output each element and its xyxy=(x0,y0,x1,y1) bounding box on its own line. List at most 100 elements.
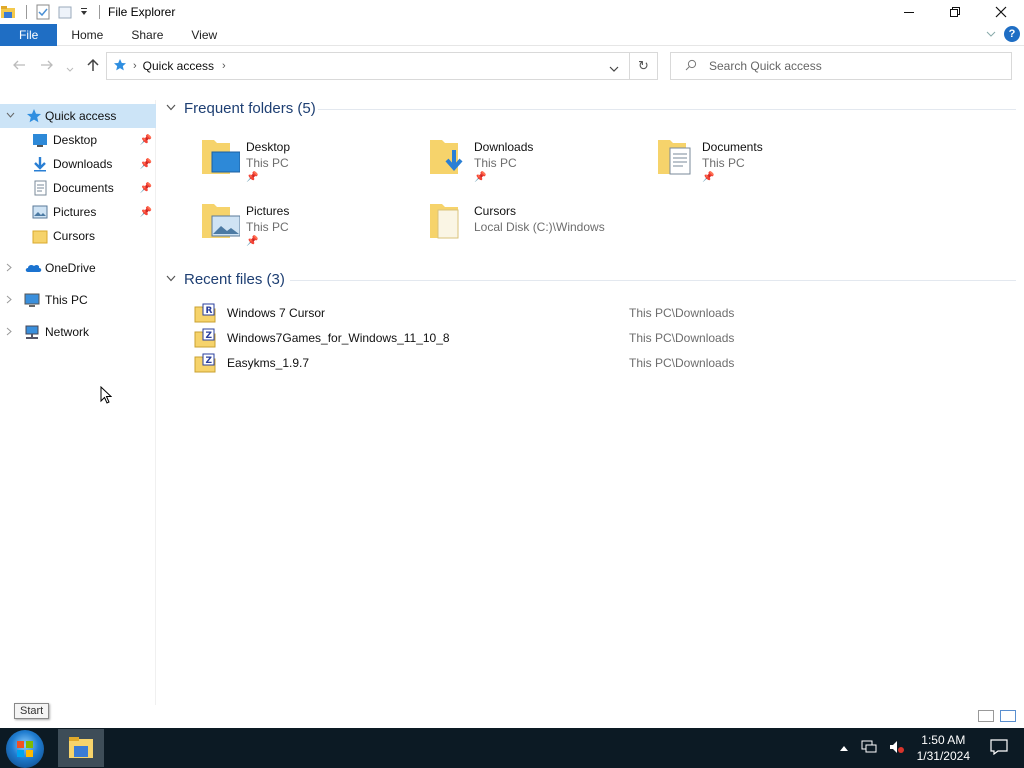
desktop-folder-icon xyxy=(200,136,241,176)
folder-tile-pictures[interactable]: Pictures This PC 📌 xyxy=(200,200,410,256)
sidebar-item-this-pc[interactable]: This PC xyxy=(0,288,156,312)
taskbar-file-explorer[interactable] xyxy=(58,729,104,767)
sidebar-item-documents[interactable]: Documents 📌 xyxy=(0,176,156,200)
forward-arrow-icon[interactable] xyxy=(40,58,54,74)
list-item[interactable]: Z Windows7Games_for_Windows_11_10_8 This… xyxy=(192,326,1012,350)
file-path: This PC\Downloads xyxy=(629,331,735,345)
sidebar-item-label: Quick access xyxy=(45,109,117,123)
pictures-folder-icon xyxy=(200,200,241,240)
sidebar-item-quick-access[interactable]: Quick access xyxy=(0,104,156,128)
onedrive-cloud-icon xyxy=(24,261,42,277)
address-dropdown-icon[interactable] xyxy=(609,62,619,76)
tab-home[interactable]: Home xyxy=(57,24,117,46)
tab-share[interactable]: Share xyxy=(117,24,177,46)
sidebar-item-label: Pictures xyxy=(53,205,97,219)
refresh-icon: ↻ xyxy=(638,58,649,73)
tile-location: This PC xyxy=(702,156,745,170)
close-button[interactable] xyxy=(978,0,1024,24)
group-title: Recent files (3) xyxy=(184,271,285,288)
file-badge: Z xyxy=(206,331,213,341)
network-tray-icon[interactable] xyxy=(861,740,877,757)
sidebar-item-network[interactable]: Network xyxy=(0,320,156,344)
back-arrow-icon[interactable] xyxy=(12,58,26,74)
show-hidden-icons-icon[interactable] xyxy=(839,741,849,755)
pin-icon: 📌 xyxy=(139,158,152,170)
address-bar[interactable]: › Quick access › xyxy=(106,52,630,80)
breadcrumb-separator-icon[interactable]: › xyxy=(222,60,226,72)
large-icons-view-icon[interactable] xyxy=(1000,710,1016,722)
breadcrumb-quick-access[interactable]: Quick access xyxy=(143,59,214,73)
folder-tile-cursors[interactable]: Cursors Local Disk (C:)\Windows xyxy=(428,200,688,256)
properties-icon[interactable] xyxy=(35,4,51,20)
start-button[interactable] xyxy=(6,730,44,768)
windows-logo-icon xyxy=(17,741,33,757)
pictures-icon xyxy=(32,204,48,220)
tab-file[interactable]: File xyxy=(0,23,58,46)
sidebar-item-label: Cursors xyxy=(53,229,96,243)
rar-archive-icon: R xyxy=(194,303,216,323)
frequent-folders-header[interactable]: Frequent folders (5) xyxy=(166,100,316,117)
breadcrumb-separator-icon[interactable]: › xyxy=(133,60,137,72)
pin-icon: 📌 xyxy=(702,172,715,183)
collapse-chevron-icon[interactable] xyxy=(166,274,176,285)
restore-button[interactable] xyxy=(932,0,978,24)
customize-qat-icon[interactable] xyxy=(79,4,89,20)
separator xyxy=(99,5,100,19)
computer-icon xyxy=(24,292,40,308)
quick-access-star-icon xyxy=(26,108,42,124)
pin-icon: 📌 xyxy=(139,182,152,194)
folder-icon xyxy=(428,200,468,240)
sidebar-item-cursors[interactable]: Cursors xyxy=(0,224,156,248)
clock[interactable]: 1:50 AM 1/31/2024 xyxy=(917,732,970,764)
file-badge: R xyxy=(206,306,213,316)
documents-icon xyxy=(32,180,48,196)
sidebar-item-label: OneDrive xyxy=(45,261,96,275)
expand-chevron-icon[interactable] xyxy=(6,327,13,338)
sidebar-item-label: Downloads xyxy=(53,157,113,171)
new-folder-icon[interactable] xyxy=(57,4,73,20)
folder-tile-documents[interactable]: Documents This PC 📌 xyxy=(656,136,866,192)
list-item[interactable]: Z Easykms_1.9.7 This PC\Downloads xyxy=(192,351,1012,375)
recent-files-header[interactable]: Recent files (3) xyxy=(166,271,285,288)
content-pane: Frequent folders (5) Desktop This PC 📌 D… xyxy=(160,96,1024,706)
sidebar-item-desktop[interactable]: Desktop 📌 xyxy=(0,128,156,152)
up-arrow-icon[interactable] xyxy=(86,58,100,75)
sidebar-item-downloads[interactable]: Downloads 📌 xyxy=(0,152,156,176)
expand-chevron-icon[interactable] xyxy=(6,263,13,274)
sidebar-item-pictures[interactable]: Pictures 📌 xyxy=(0,200,156,224)
mouse-cursor-icon xyxy=(100,385,113,407)
list-item[interactable]: R Windows 7 Cursor This PC\Downloads xyxy=(192,301,1012,325)
tab-view[interactable]: View xyxy=(177,24,231,46)
folder-tile-downloads[interactable]: Downloads This PC 📌 xyxy=(428,136,638,192)
volume-muted-icon[interactable] xyxy=(889,740,905,757)
tile-location: This PC xyxy=(246,156,289,170)
search-input[interactable]: Search Quick access xyxy=(709,59,822,73)
file-name: Windows 7 Cursor xyxy=(227,306,326,320)
navigation-pane: Quick access Desktop 📌 Downloads 📌 Docum… xyxy=(0,100,156,705)
minimize-button[interactable] xyxy=(886,0,932,24)
refresh-button[interactable]: ↻ xyxy=(630,52,658,80)
group-divider xyxy=(318,109,1016,110)
sidebar-item-onedrive[interactable]: OneDrive xyxy=(0,256,156,280)
folder-tile-desktop[interactable]: Desktop This PC 📌 xyxy=(200,136,410,192)
folder-icon xyxy=(32,228,48,244)
ribbon-tabs: File Home Share View ? xyxy=(0,23,1024,46)
file-badge: Z xyxy=(206,356,213,366)
recent-locations-icon[interactable] xyxy=(66,60,74,76)
sidebar-item-label: Network xyxy=(45,325,90,339)
expand-chevron-icon[interactable] xyxy=(6,295,13,306)
help-icon[interactable]: ? xyxy=(1004,26,1020,42)
pin-icon: 📌 xyxy=(246,236,259,247)
navigation-bar: › Quick access › ↻ Search Quick access xyxy=(0,50,1024,82)
separator xyxy=(26,5,27,19)
collapse-chevron-icon[interactable] xyxy=(6,111,15,121)
expand-ribbon-icon[interactable] xyxy=(986,27,996,41)
details-view-icon[interactable] xyxy=(978,710,994,722)
search-box[interactable]: Search Quick access xyxy=(670,52,1012,80)
tile-name: Documents xyxy=(702,140,763,154)
notifications-icon[interactable] xyxy=(990,738,1008,758)
explorer-app-icon[interactable] xyxy=(0,4,16,20)
file-explorer-icon xyxy=(69,737,93,758)
collapse-chevron-icon[interactable] xyxy=(166,103,176,114)
desktop-icon xyxy=(32,132,48,148)
